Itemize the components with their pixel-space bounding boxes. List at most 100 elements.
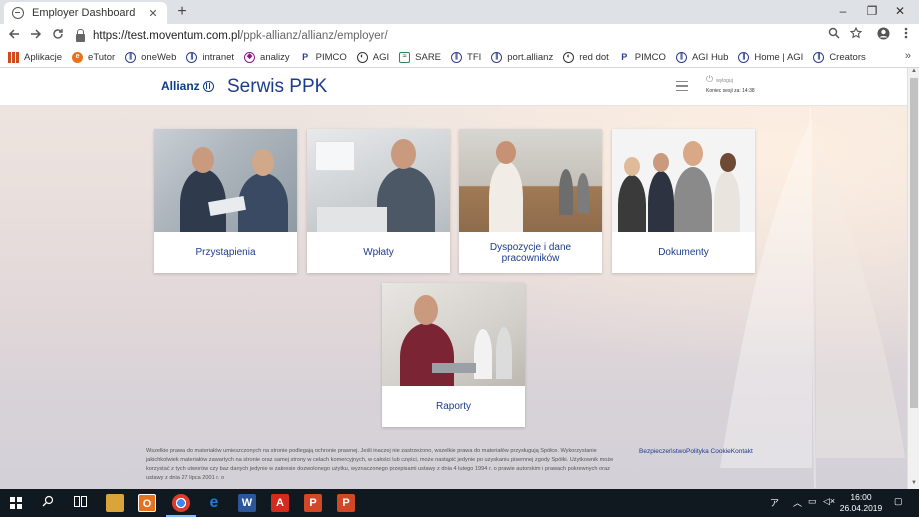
tab-close-icon[interactable]: ✕ [147,7,159,20]
ime-indicator[interactable]: ア [770,496,779,509]
arrow-right-icon [31,29,42,39]
bookmark-aplikacje[interactable]: Aplikacje [8,51,62,63]
back-button[interactable] [5,26,23,44]
scrollbar-thumb[interactable] [910,78,918,408]
tile-photo [459,129,602,232]
scroll-down-icon[interactable]: ▼ [908,480,919,489]
powerpoint-icon-2[interactable]: P [337,494,355,512]
tray-expand-icon[interactable]: ︿ [793,496,802,509]
menu-button[interactable] [898,27,914,43]
bookmark-agi[interactable]: ◐ AGI [356,51,390,63]
network-icon[interactable]: ▭ [808,496,817,507]
volume-icon[interactable]: ◁× [823,496,835,507]
bookmark-pimco[interactable]: P PIMCO [300,52,347,63]
reload-icon [53,29,63,39]
bookmark-star-button[interactable] [848,26,864,43]
globe-icon [12,7,24,19]
address-bar[interactable]: https://test.moventum.com.pl/ppk-allianz… [72,25,850,46]
bookmark-etutor[interactable]: e eTutor [72,51,115,63]
scroll-up-icon[interactable]: ▲ [908,68,919,77]
task-view-button[interactable] [69,493,91,513]
tile-label: Przystąpienia [195,247,256,258]
windows-start-icon[interactable] [10,497,22,509]
allianz-icon: ∥ [738,51,750,63]
clock-date: 26.04.2019 [839,503,883,513]
new-tab-button[interactable]: + [173,3,191,21]
bookmark-analizy[interactable]: ◆ analizy [244,51,290,63]
tile-dokumenty[interactable]: Dokumenty [612,129,755,273]
notifications-icon[interactable]: ▢ [894,496,903,507]
kebab-menu-icon [904,27,908,39]
tile-label: Raporty [435,401,471,412]
bookmark-label: oneWeb [141,51,177,63]
hamburger-menu-icon[interactable] [676,81,688,91]
bookmark-label: AGI [372,51,390,63]
url-path: /ppk-allianz/allianz/employer/ [240,29,388,42]
apps-grid-icon [8,51,19,63]
file-explorer-icon[interactable] [106,494,124,512]
bookmark-label: TFI [467,51,482,63]
browser-tabstrip: Employer Dashboard ✕ + – ❐ ✕ [0,0,919,24]
tile-raporty[interactable]: Raporty [382,283,525,427]
search-button[interactable] [37,493,59,513]
zoom-search-button[interactable] [826,27,842,43]
allianz-logo[interactable]: Allianz [161,79,214,93]
bookmark-sare[interactable]: ≈ SARE [399,51,441,63]
bookmark-creators[interactable]: ∥ Creators [813,51,866,63]
page-scrollbar[interactable]: ▲ ▼ [907,68,919,489]
sare-icon: ≈ [399,51,411,63]
bookmark-label: PIMCO [634,51,666,63]
taskbar-clock[interactable]: 16:00 26.04.2019 [838,492,884,514]
tile-photo [154,129,297,232]
search-icon [828,27,840,39]
tab-title: Employer Dashboard [32,7,136,19]
tile-wplaty[interactable]: Wpłaty [307,129,450,273]
edge-icon[interactable]: e [205,494,223,512]
bookmarks-overflow-button[interactable]: » [905,50,911,62]
window-close-button[interactable]: ✕ [881,0,919,22]
acrobat-icon[interactable]: A [271,494,289,512]
bookmarks-bar: Aplikacje e eTutor ∥ oneWeb ∥ intranet ◆ ana… [0,47,919,68]
bookmark-label: PIMCO [315,51,347,63]
bookmark-agi-hub[interactable]: ∥ AGI Hub [675,51,728,63]
tile-label: Dokumenty [658,247,709,258]
logout-label[interactable]: wyloguj [716,78,733,84]
reload-button[interactable] [49,26,67,44]
bookmark-tfi[interactable]: ∥ TFI [451,51,482,63]
brand-text: Allianz [161,79,200,93]
bookmark-oneweb[interactable]: ∥ oneWeb [125,51,177,63]
word-icon[interactable]: W [238,494,256,512]
tile-przystapienia[interactable]: Przystąpienia [154,129,297,273]
outlook-icon[interactable]: O [138,494,156,512]
tile-photo [307,129,450,232]
star-icon [849,26,863,39]
browser-toolbar: https://test.moventum.com.pl/ppk-allianz… [0,24,919,47]
session-info[interactable]: ⏻ wyloguj Koniec sesji za: 14:38 [706,74,766,94]
agi-icon: ◐ [563,51,575,63]
lock-icon [76,28,85,42]
page-title: Serwis PPK [227,76,328,97]
pimco-icon: P [621,51,628,62]
footer-link-cookie-policy[interactable]: Polityka Cookie [686,448,731,455]
powerpoint-icon[interactable]: P [304,494,322,512]
profile-button[interactable] [875,27,891,43]
url-text[interactable]: https://test.moventum.com.pl/ppk-allianz… [93,30,388,42]
footer-link-contact[interactable]: Kontakt [731,448,753,455]
browser-tab[interactable]: Employer Dashboard ✕ [4,2,167,24]
bookmark-label: Home | AGI [754,51,804,63]
bookmark-red-dot[interactable]: ◐ red dot [563,51,609,63]
bookmark-home-agi[interactable]: ∥ Home | AGI [738,51,804,63]
allianz-icon: ∥ [451,51,463,63]
bookmark-label: analizy [260,51,290,63]
tile-dyspozycje[interactable]: Dyspozycje i dane pracowników [459,129,602,273]
bookmark-port-allianz[interactable]: ∥ port.allianz [491,51,553,63]
footer-link-security[interactable]: Bezpieczeństwo [639,448,686,455]
forward-button[interactable] [27,26,45,44]
windows-taskbar: O e W A P P ア ︿ ▭ ◁× 16:00 26.04.2019 ▢ [0,489,919,517]
chrome-icon[interactable] [172,494,190,512]
bookmark-intranet[interactable]: ∥ intranet [186,51,234,63]
bookmark-pimco-2[interactable]: P PIMCO [619,52,666,63]
site-header: Allianz Serwis PPK ⏻ wyloguj Koniec sesji… [0,68,907,106]
search-icon [42,495,54,507]
agi-icon: ◐ [356,51,368,63]
